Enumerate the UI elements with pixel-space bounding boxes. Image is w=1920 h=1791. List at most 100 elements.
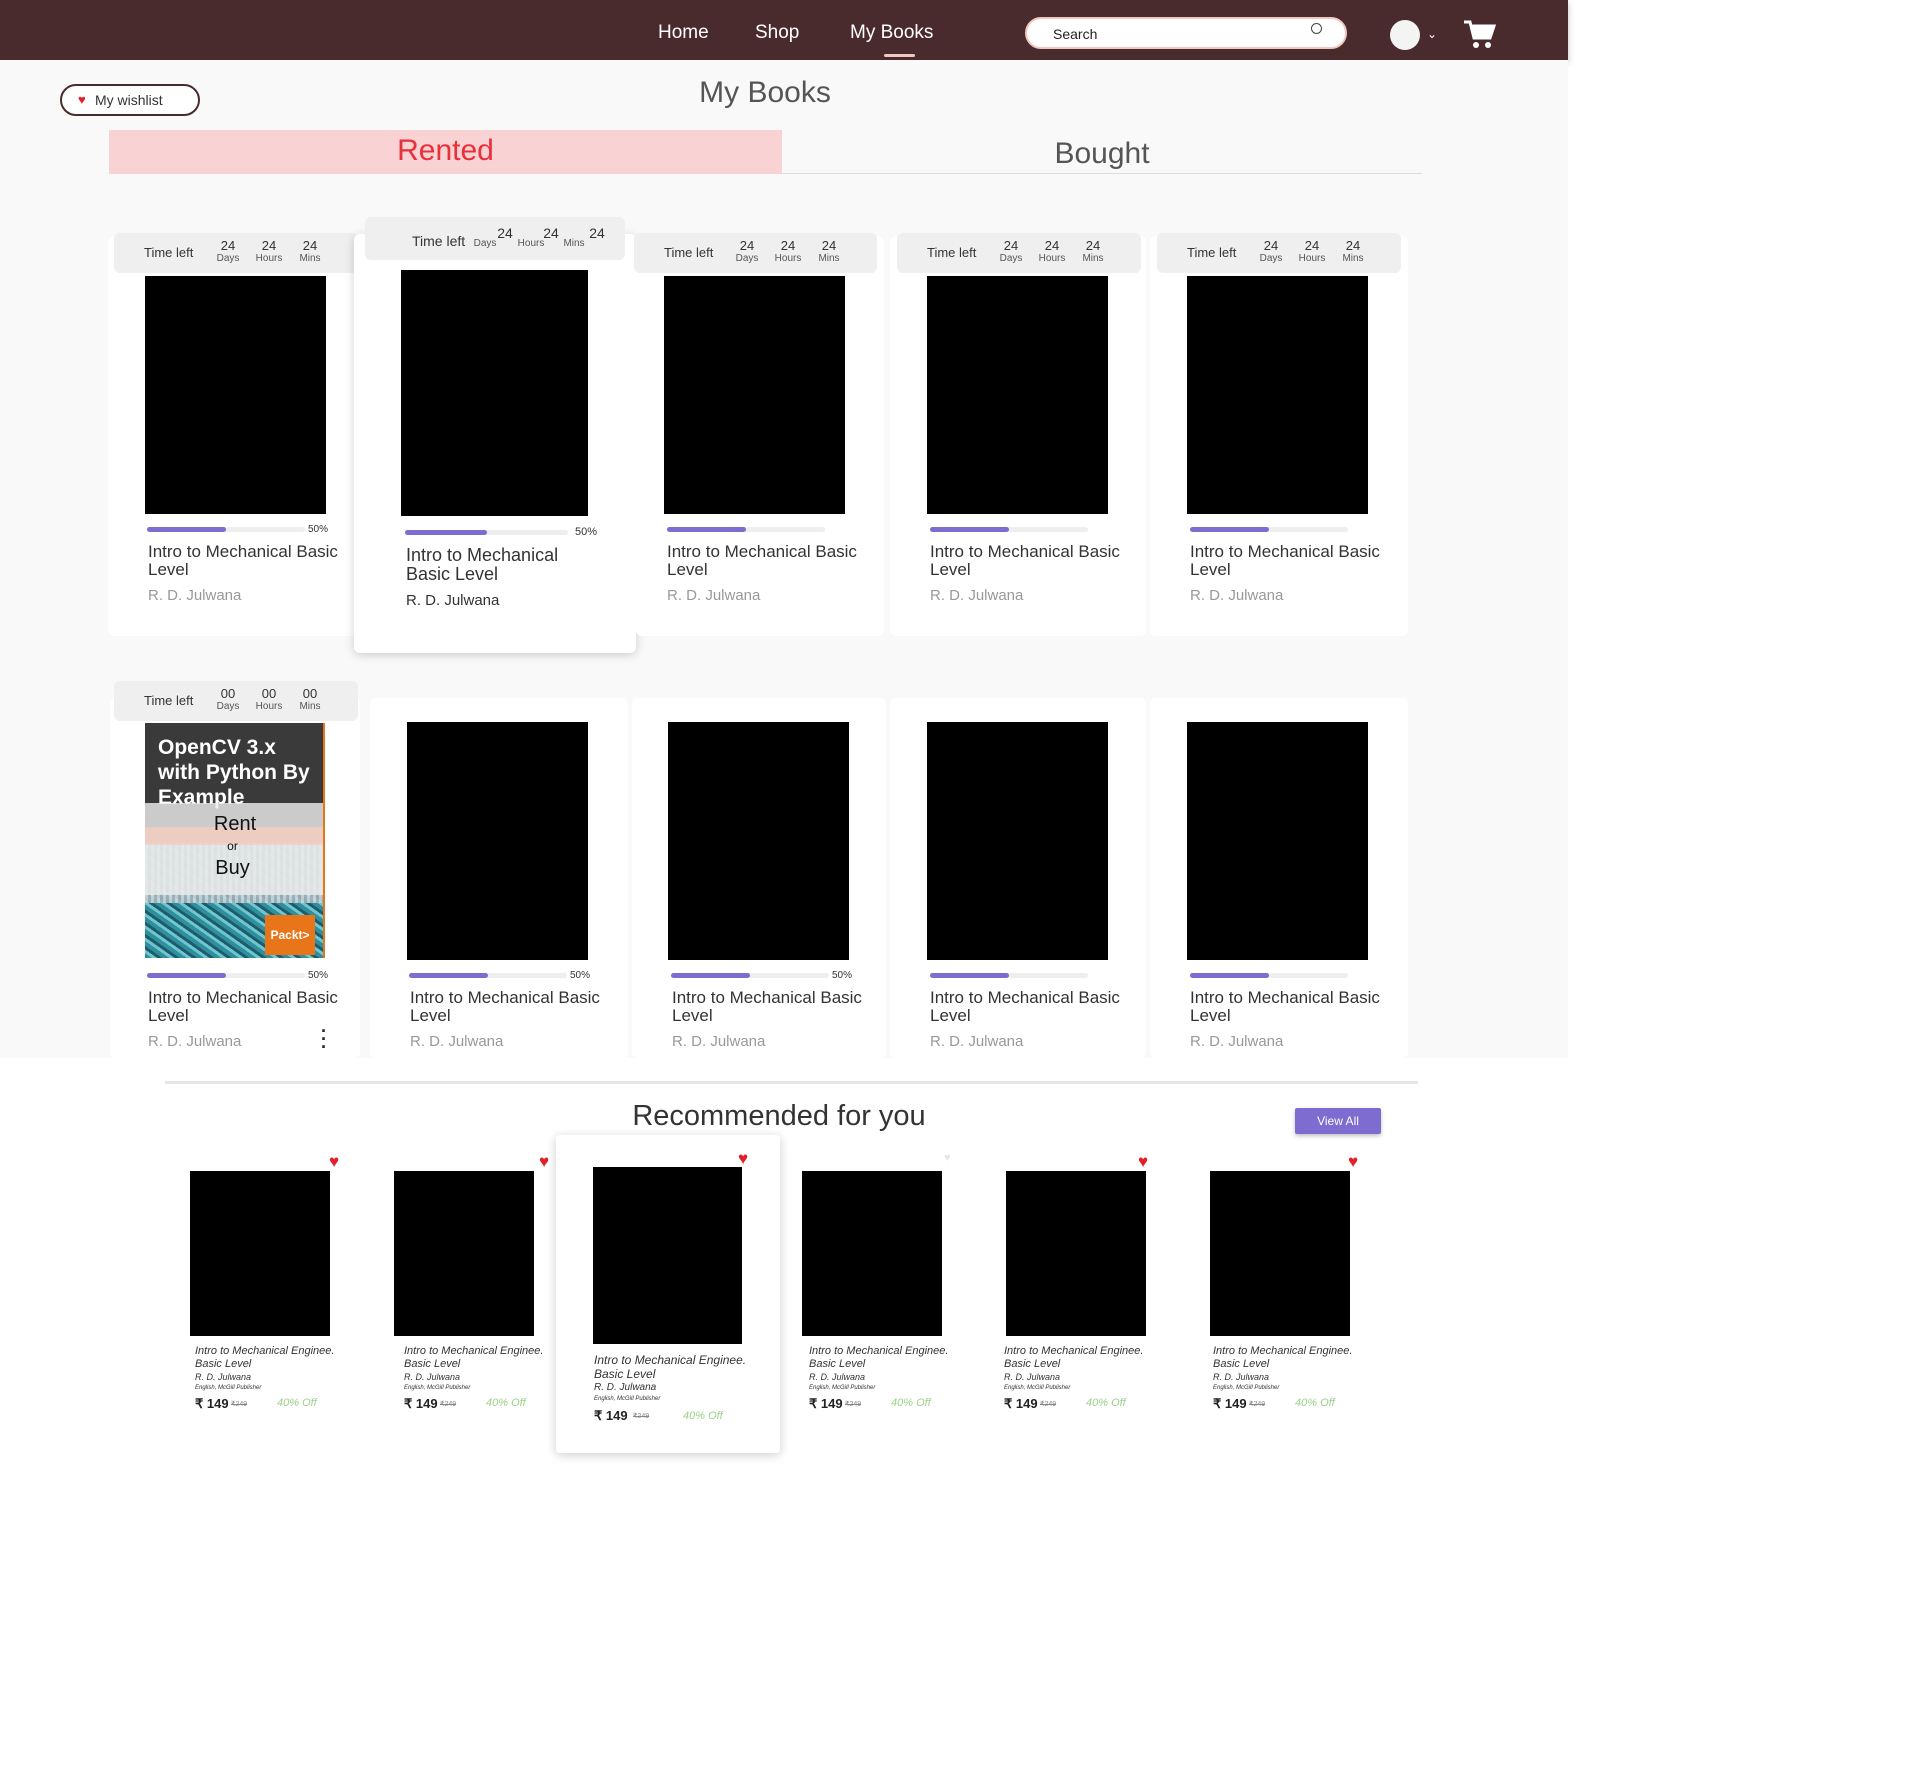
packt-logo: Packt>: [265, 915, 315, 955]
book-title[interactable]: Intro to Mechanical Enginee. Basic Level: [195, 1345, 355, 1371]
book-title[interactable]: Intro to Mechanical Basic Level: [410, 989, 610, 1025]
book-cover[interactable]: [802, 1171, 942, 1336]
more-options-icon[interactable]: · · ·: [321, 1022, 327, 1056]
hours-counter: 24 Hours: [1298, 238, 1326, 265]
reading-progress-bar: [147, 527, 305, 532]
book-title[interactable]: Intro to Mechanical Basic Level: [1190, 989, 1390, 1025]
book-title[interactable]: Intro to Mechanical Basic Level: [148, 543, 348, 579]
book-publisher: English, McGill Publisher: [1004, 1385, 1071, 1391]
mins-counter: 24 Mins: [1082, 238, 1104, 265]
book-cover[interactable]: [190, 1171, 330, 1336]
book-publisher: English, McGill Publisher: [1213, 1385, 1280, 1391]
wishlist-heart-icon[interactable]: ♥: [1348, 1152, 1358, 1172]
time-left-bar: Time left 00 Days 00 Hours 00 Mins: [114, 681, 358, 721]
search-input[interactable]: [1053, 24, 1303, 44]
original-price: ₹249: [440, 1401, 457, 1408]
progress-percent: 50%: [308, 970, 329, 981]
book-cover[interactable]: [1187, 276, 1368, 514]
buy-option[interactable]: Buy: [145, 857, 320, 880]
reading-progress-bar: [409, 973, 567, 978]
book-cover[interactable]: [407, 722, 588, 960]
book-title[interactable]: Intro to Mechanical Basic Level: [930, 543, 1130, 579]
book-title[interactable]: Intro to Mechanical Basic Level: [148, 989, 348, 1025]
book-title[interactable]: Intro to Mechanical Basic Level: [667, 543, 867, 579]
discount-label: 40% Off: [683, 1410, 723, 1422]
time-left-bar: Time left 24 Days 24 Hours 24 Mins: [365, 217, 625, 260]
cart-icon[interactable]: [1462, 18, 1496, 50]
wishlist-heart-icon[interactable]: ♥: [539, 1152, 549, 1172]
days-counter: 24 Days: [735, 238, 759, 265]
hours-counter: 24 Hours: [1038, 238, 1066, 265]
hours-counter: 00 Hours: [255, 686, 283, 713]
reading-progress-bar: [405, 530, 568, 535]
book-author: R. D. Julwana: [930, 1033, 1024, 1050]
book-title[interactable]: Intro to Mechanical Enginee. Basic Level: [809, 1345, 969, 1371]
book-cover[interactable]: [927, 276, 1108, 514]
view-all-button[interactable]: View All: [1295, 1108, 1381, 1134]
book-title[interactable]: Intro to Mechanical Enginee. Basic Level: [1004, 1345, 1164, 1371]
wishlist-heart-icon[interactable]: ♥: [738, 1149, 748, 1169]
book-author: R. D. Julwana: [672, 1033, 766, 1050]
time-left-bar: Time left 24 Days 24 Hours 24 Mins: [114, 233, 358, 273]
book-cover[interactable]: [394, 1171, 534, 1336]
book-title[interactable]: Intro to Mechanical Basic Level: [930, 989, 1130, 1025]
book-cover[interactable]: [1187, 722, 1368, 960]
nav-my-books-link[interactable]: My Books: [850, 22, 933, 57]
time-left-label: Time left: [664, 245, 714, 260]
page-title: My Books: [699, 76, 831, 109]
discount-label: 40% Off: [277, 1397, 317, 1409]
days-unit-label: Days: [473, 238, 497, 249]
book-cover[interactable]: [927, 722, 1108, 960]
time-left-bar: Time left 24 Days 24 Hours 24 Mins: [897, 233, 1141, 273]
reading-progress-bar: [930, 973, 1088, 978]
wishlist-heart-icon[interactable]: ♥: [1138, 1152, 1148, 1172]
book-cover[interactable]: OpenCV 3.x with Python By Example Packt>…: [145, 723, 325, 958]
time-left-bar: Time left 24 Days 24 Hours 24 Mins: [634, 233, 877, 273]
book-title[interactable]: Intro to Mechanical Basic Level: [1190, 543, 1390, 579]
book-price: ₹ 149: [594, 1408, 628, 1423]
reading-progress-bar: [671, 973, 829, 978]
time-left-label: Time left: [1187, 245, 1237, 260]
book-author: R. D. Julwana: [809, 1372, 866, 1382]
book-cover[interactable]: [1210, 1171, 1350, 1336]
book-price: ₹ 149: [809, 1396, 843, 1411]
book-cover[interactable]: [401, 270, 588, 516]
wishlist-heart-icon[interactable]: ♥: [329, 1152, 339, 1172]
book-author: R. D. Julwana: [1213, 1372, 1270, 1382]
book-title[interactable]: Intro to Mechanical Enginee. Basic Level: [404, 1345, 564, 1371]
avatar[interactable]: [1390, 20, 1420, 50]
book-cover[interactable]: [1006, 1171, 1146, 1336]
chevron-down-icon[interactable]: ⌄: [1427, 27, 1437, 41]
book-cover[interactable]: [145, 276, 326, 514]
book-author: R. D. Julwana: [1004, 1372, 1061, 1382]
discount-label: 40% Off: [486, 1397, 526, 1409]
book-cover[interactable]: [664, 276, 845, 514]
book-author: R. D. Julwana: [148, 587, 242, 604]
time-left-label: Time left: [927, 245, 977, 260]
hours-counter: 24 Hours: [255, 238, 283, 265]
wishlist-heart-icon[interactable]: ♥: [944, 1152, 951, 1164]
book-cover[interactable]: [668, 722, 849, 960]
tab-rented[interactable]: Rented: [109, 130, 782, 174]
book-title[interactable]: Intro to Mechanical Basic Level: [672, 989, 872, 1025]
reading-progress-bar: [1190, 973, 1348, 978]
book-publisher: English, McGill Publisher: [594, 1396, 661, 1402]
days-counter: 24 Days: [999, 238, 1023, 265]
nav-shop-link[interactable]: Shop: [755, 22, 799, 44]
rent-option[interactable]: Rent: [145, 813, 323, 836]
days-counter: 24 Days: [1259, 238, 1283, 265]
book-author: R. D. Julwana: [667, 587, 761, 604]
book-cover[interactable]: [593, 1167, 742, 1344]
nav-home-link[interactable]: Home: [658, 22, 709, 44]
book-title[interactable]: Intro to Mechanical Enginee. Basic Level: [594, 1353, 754, 1381]
book-title[interactable]: Intro to Mechanical Basic Level: [406, 546, 606, 584]
original-price: ₹249: [231, 1401, 248, 1408]
search-icon[interactable]: [1311, 23, 1322, 34]
book-price: ₹ 149: [1213, 1396, 1247, 1411]
book-title[interactable]: Intro to Mechanical Enginee. Basic Level: [1213, 1345, 1373, 1371]
book-author: R. D. Julwana: [195, 1372, 252, 1382]
reading-progress-bar: [147, 973, 305, 978]
tab-bought[interactable]: Bought: [782, 130, 1422, 174]
book-author: R. D. Julwana: [594, 1382, 657, 1393]
original-price: ₹249: [845, 1401, 862, 1408]
